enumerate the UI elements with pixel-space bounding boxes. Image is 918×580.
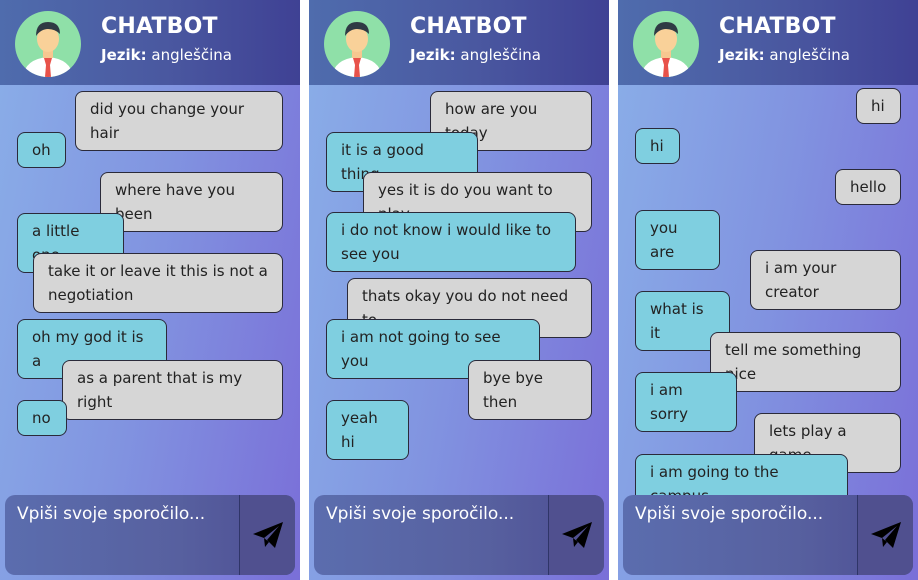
message-input-area <box>623 495 913 575</box>
language-value: angleščina <box>769 46 850 64</box>
user-message: bye bye then <box>468 360 592 420</box>
paper-plane-icon <box>562 522 592 548</box>
message-list: did you change your hair oh where have y… <box>0 90 300 490</box>
send-button[interactable] <box>548 495 604 575</box>
message-input[interactable] <box>623 495 857 575</box>
user-message: take it or leave it this is not a negoti… <box>33 253 283 313</box>
send-button[interactable] <box>239 495 295 575</box>
bot-message: hi <box>635 128 680 164</box>
send-button[interactable] <box>857 495 913 575</box>
paper-plane-icon <box>253 522 283 548</box>
chat-title: CHATBOT <box>410 14 527 39</box>
language-indicator: Jezik: angleščina <box>101 46 232 64</box>
bot-avatar-icon <box>324 11 390 77</box>
bot-avatar-icon <box>633 11 699 77</box>
message-list: how are you today it is a good thing yes… <box>309 90 609 490</box>
chat-panel-2: CHATBOT Jezik: angleščina how are you to… <box>309 0 609 580</box>
chat-panel-1: CHATBOT Jezik: angleščina did you change… <box>0 0 300 580</box>
bot-message: you are <box>635 210 720 270</box>
message-input[interactable] <box>314 495 548 575</box>
paper-plane-icon <box>871 522 901 548</box>
chat-header: CHATBOT Jezik: angleščina <box>0 0 300 85</box>
chat-title: CHATBOT <box>101 14 218 39</box>
language-indicator: Jezik: angleščina <box>719 46 850 64</box>
language-value: angleščina <box>151 46 232 64</box>
user-message: hi <box>856 88 901 124</box>
chat-header: CHATBOT Jezik: angleščina <box>309 0 609 85</box>
message-input[interactable] <box>5 495 239 575</box>
bot-message: no <box>17 400 67 436</box>
language-indicator: Jezik: angleščina <box>410 46 541 64</box>
user-message: i am your creator <box>750 250 901 310</box>
user-message: hello <box>835 169 901 205</box>
message-input-area <box>314 495 604 575</box>
user-message: did you change your hair <box>75 91 283 151</box>
bot-message: i am sorry <box>635 372 737 432</box>
user-message: where have you been <box>100 172 283 232</box>
chat-title: CHATBOT <box>719 14 836 39</box>
bot-message: yeah hi <box>326 400 409 460</box>
chatbot-screens: CHATBOT Jezik: angleščina did you change… <box>0 0 918 580</box>
language-value: angleščina <box>460 46 541 64</box>
chat-header: CHATBOT Jezik: angleščina <box>618 0 918 85</box>
language-label: Jezik: <box>101 46 147 64</box>
user-message: as a parent that is my right <box>62 360 283 420</box>
bot-avatar-icon <box>15 11 81 77</box>
message-list: hi hi hello you are i am your creator wh… <box>618 88 918 514</box>
user-message: tell me something nice <box>710 332 901 392</box>
chat-panel-3: CHATBOT Jezik: angleščina hi hi hello yo… <box>618 0 918 580</box>
bot-message: oh <box>17 132 66 168</box>
message-input-area <box>5 495 295 575</box>
bot-message: i do not know i would like to see you <box>326 212 576 272</box>
language-label: Jezik: <box>719 46 765 64</box>
language-label: Jezik: <box>410 46 456 64</box>
